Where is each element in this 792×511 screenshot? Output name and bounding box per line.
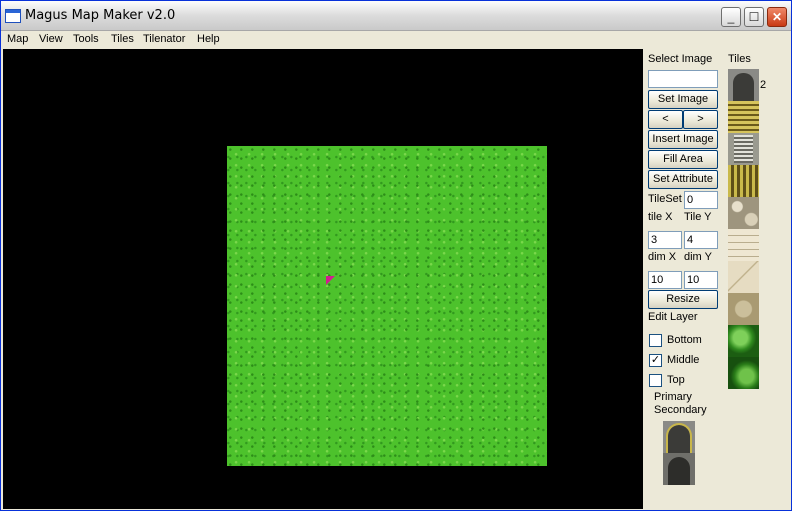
- window-title: Magus Map Maker v2.0: [25, 8, 176, 23]
- next-image-button[interactable]: >: [683, 110, 718, 129]
- set-image-button[interactable]: Set Image: [648, 90, 718, 109]
- dim-y-label: dim Y: [684, 251, 712, 263]
- tile-strip-number: 2: [760, 79, 767, 91]
- door-tile-icon[interactable]: [728, 69, 759, 101]
- tile-y-label: Tile Y: [684, 211, 712, 223]
- title-bar[interactable]: Magus Map Maker v2.0 _ ☐ ✕: [1, 1, 791, 31]
- select-image-input[interactable]: [648, 70, 718, 88]
- brick-tile-icon[interactable]: [728, 229, 759, 261]
- map-canvas[interactable]: [3, 49, 643, 509]
- dim-x-input[interactable]: 10: [648, 271, 682, 289]
- tileset-input[interactable]: 0: [684, 191, 718, 209]
- door-frame-icon: [666, 423, 692, 455]
- cobble-tile-icon[interactable]: [728, 197, 759, 229]
- prev-image-button[interactable]: <: [648, 110, 683, 129]
- bush-tile-icon[interactable]: [728, 325, 759, 357]
- bush-tile-icon[interactable]: [728, 357, 759, 389]
- cursor-marker-icon: [326, 276, 335, 285]
- menu-tiles[interactable]: Tiles: [111, 33, 134, 45]
- top-layer-label: Top: [667, 374, 685, 386]
- menu-bar: Map View Tools Tiles Tilenator Help: [1, 31, 791, 49]
- door-lower-icon: [663, 453, 695, 485]
- minimize-button[interactable]: _: [721, 7, 741, 27]
- ladder-tile-icon[interactable]: [728, 133, 759, 165]
- dim-y-input[interactable]: 10: [684, 271, 718, 289]
- tile-y-input[interactable]: 4: [684, 231, 718, 249]
- middle-layer-label: Middle: [667, 354, 700, 366]
- grass-map-area[interactable]: [227, 146, 547, 466]
- menu-help[interactable]: Help: [197, 33, 220, 45]
- tile-x-input[interactable]: 3: [648, 231, 682, 249]
- set-attribute-button[interactable]: Set Attribute: [648, 170, 718, 189]
- menu-view[interactable]: View: [39, 33, 63, 45]
- bottom-layer-label: Bottom: [667, 334, 702, 346]
- menu-tilenator[interactable]: Tilenator: [143, 33, 185, 45]
- cracked-stone-tile-icon[interactable]: [728, 261, 759, 293]
- maximize-button[interactable]: ☐: [744, 7, 764, 27]
- primary-label: Primary: [654, 391, 692, 403]
- stone-tile-icon[interactable]: [728, 293, 759, 325]
- tool-panel: Select Image Tiles Set Image < > Insert …: [644, 49, 791, 510]
- menu-map[interactable]: Map: [7, 33, 28, 45]
- stairs-tile-icon[interactable]: [728, 101, 759, 133]
- edit-layer-label: Edit Layer: [648, 311, 698, 323]
- tile-x-label: tile X: [648, 211, 673, 223]
- app-window-icon: [5, 9, 21, 23]
- close-button[interactable]: ✕: [767, 7, 787, 27]
- secondary-label: Secondary: [654, 404, 707, 416]
- primary-tile-preview: [663, 421, 695, 485]
- top-layer-checkbox[interactable]: [649, 374, 662, 387]
- dim-x-label: dim X: [648, 251, 677, 263]
- app-window: Magus Map Maker v2.0 _ ☐ ✕ Map View Tool…: [0, 0, 792, 511]
- tileset-label: TileSet: [648, 193, 682, 205]
- insert-image-button[interactable]: Insert Image: [648, 130, 718, 149]
- menu-tools[interactable]: Tools: [73, 33, 99, 45]
- fill-area-button[interactable]: Fill Area: [648, 150, 718, 169]
- resize-button[interactable]: Resize: [648, 290, 718, 309]
- bars-tile-icon[interactable]: [728, 165, 759, 197]
- tiles-label: Tiles: [728, 53, 751, 65]
- select-image-label: Select Image: [648, 53, 713, 65]
- bottom-layer-checkbox[interactable]: [649, 334, 662, 347]
- middle-layer-checkbox[interactable]: ✓: [649, 354, 662, 367]
- tile-palette[interactable]: [728, 69, 759, 389]
